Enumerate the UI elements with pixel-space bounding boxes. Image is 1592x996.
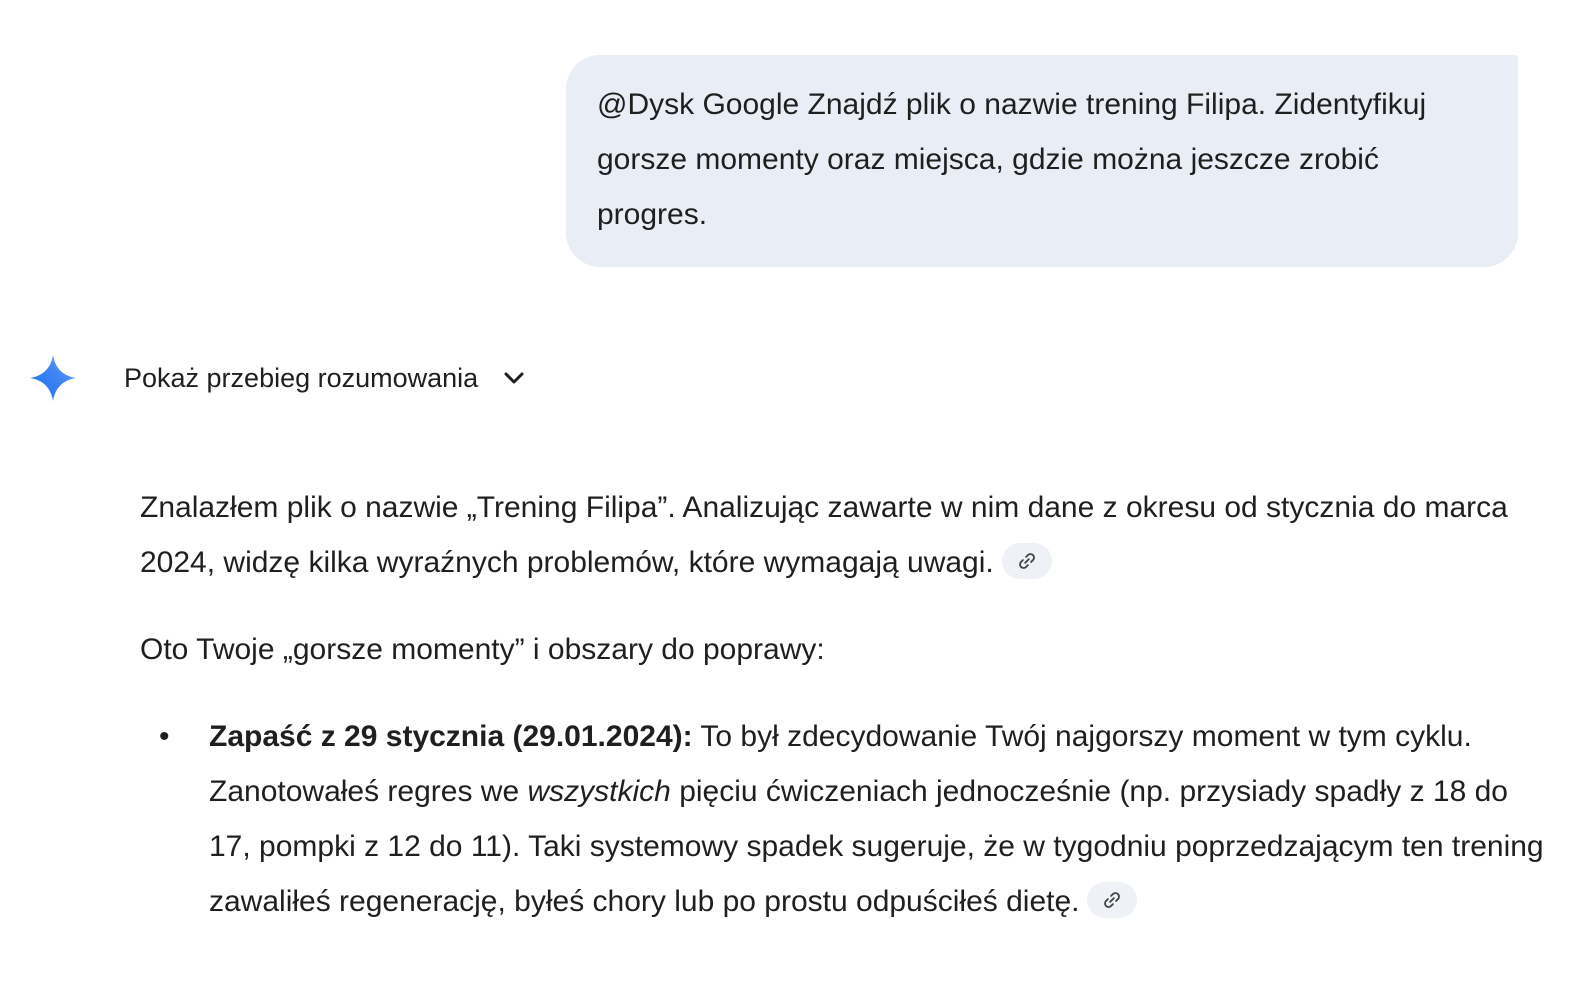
bullet-marker: • bbox=[159, 720, 170, 753]
link-icon bbox=[1104, 892, 1121, 908]
user-message-text: @Dysk Google Znajdź plik o nazwie trenin… bbox=[597, 88, 1427, 231]
list-item: • Zapaść z 29 stycznia (29.01.2024): To … bbox=[159, 709, 1550, 929]
bullet-heading: Zapaść z 29 stycznia (29.01.2024): bbox=[209, 720, 693, 753]
show-reasoning-toggle[interactable]: Pokaż przebieg rozumowania bbox=[124, 363, 528, 394]
source-link-chip[interactable] bbox=[1001, 543, 1052, 580]
response-paragraph-text: Oto Twoje „gorsze momenty” i obszary do … bbox=[140, 633, 825, 666]
link-icon bbox=[1018, 553, 1035, 569]
gemini-sparkle-icon bbox=[28, 353, 78, 403]
source-link-chip[interactable] bbox=[1087, 882, 1138, 919]
reasoning-row: Pokaż przebieg rozumowania bbox=[28, 352, 528, 404]
response-paragraph: Oto Twoje „gorsze momenty” i obszary do … bbox=[140, 622, 1550, 677]
bullet-emphasis: wszystkich bbox=[527, 775, 671, 808]
chat-page: @Dysk Google Znajdź plik o nazwie trenin… bbox=[0, 0, 1592, 996]
response-paragraph-text: Znalazłem plik o nazwie „Trening Filipa”… bbox=[140, 491, 1508, 579]
assistant-response: Znalazłem plik o nazwie „Trening Filipa”… bbox=[140, 480, 1550, 929]
user-message-bubble: @Dysk Google Znajdź plik o nazwie trenin… bbox=[566, 55, 1518, 267]
response-paragraph: Znalazłem plik o nazwie „Trening Filipa”… bbox=[140, 480, 1550, 590]
show-reasoning-label: Pokaż przebieg rozumowania bbox=[124, 362, 479, 393]
chevron-down-icon bbox=[500, 364, 528, 392]
response-bullet-list: • Zapaść z 29 stycznia (29.01.2024): To … bbox=[140, 709, 1550, 929]
